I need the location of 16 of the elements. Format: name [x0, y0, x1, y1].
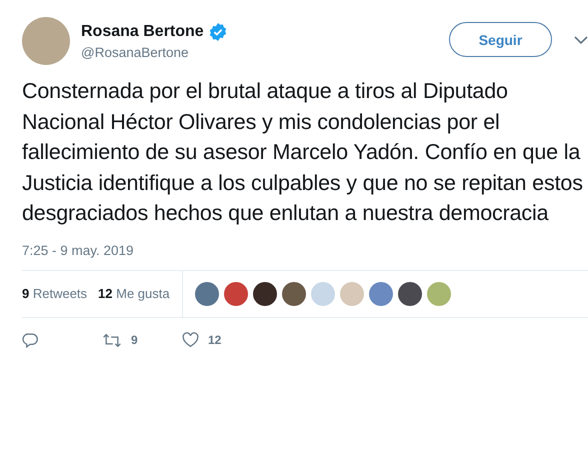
like-count: 12 — [208, 333, 222, 347]
like-icon[interactable] — [182, 332, 199, 348]
liker-avatar-placeholder[interactable] — [398, 282, 422, 306]
follow-button[interactable]: Seguir — [449, 22, 552, 57]
liker-avatar-placeholder[interactable] — [282, 282, 306, 306]
author-handle[interactable]: @RosanaBertone — [81, 45, 449, 60]
liker-avatar-placeholder[interactable] — [252, 282, 277, 306]
retweet-count: 9 — [131, 333, 138, 347]
reply-icon[interactable] — [22, 332, 39, 348]
author-name[interactable]: Rosana Bertone — [81, 23, 204, 41]
stat-link[interactable]: 9 Retweets — [22, 286, 88, 301]
chevron-down-icon[interactable] — [574, 36, 588, 44]
stat-link[interactable]: 12 Me gusta — [98, 286, 170, 301]
tweet-text: Consternada por el brutal ataque a tiros al Diputado Nacional Héctor Olivares y mis condolencias por el fallecimiento de su asesor Marcelo Yadón. Confío en que la Justicia identifique a los culpables y que no se repitan estos desgraciados hechos que enlutan a nuestra democracia — [22, 78, 584, 227]
tweet-timestamp[interactable]: 7:25 - 9 may. 2019 — [22, 242, 134, 258]
retweet-icon[interactable] — [102, 332, 122, 348]
